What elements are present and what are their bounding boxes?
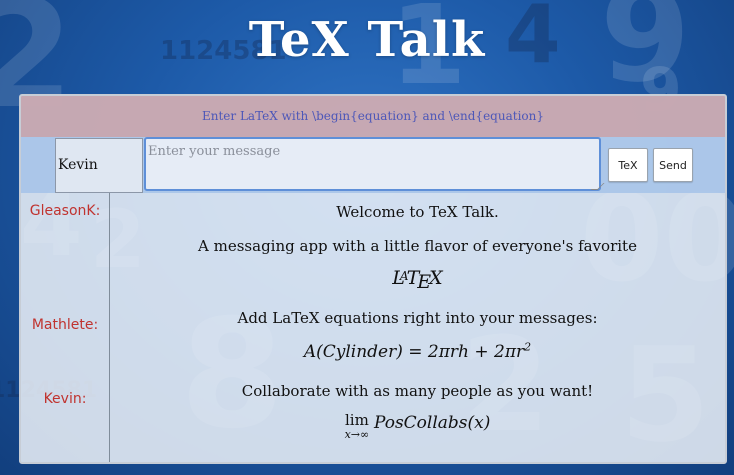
sender-name: Kevin: <box>43 391 87 407</box>
sender-column: GleasonK: Mathlete: Kevin: <box>21 193 110 462</box>
chat-panel: Enter LaTeX with \begin{equation} and \e… <box>19 94 727 464</box>
sender-name: Mathlete: <box>31 317 99 333</box>
app-title: TeX Talk <box>248 12 486 68</box>
math-equation: A(Cylinder) = 2πrh + 2πr2 <box>303 340 532 362</box>
message-text: A messaging app with a little flavor of … <box>198 237 637 255</box>
sender-name: GleasonK: <box>29 203 101 219</box>
message-text: Welcome to TeX Talk. <box>336 203 499 221</box>
latex-hint: Enter LaTeX with \begin{equation} and \e… <box>21 96 725 137</box>
message-input[interactable] <box>144 137 601 191</box>
math-equation: lim x→∞ PosCollabs(x) <box>344 411 491 441</box>
message-text: Add LaTeX equations right into your mess… <box>237 309 598 327</box>
tex-button[interactable]: TeX <box>608 148 648 182</box>
username-field[interactable]: Kevin <box>55 138 143 193</box>
send-button[interactable]: Send <box>653 148 693 182</box>
latex-logo: LATEX <box>392 267 443 293</box>
message-list: Welcome to TeX Talk. A messaging app wit… <box>110 193 725 462</box>
composer-bar: Kevin TeX Send <box>21 137 725 193</box>
message-text: Collaborate with as many people as you w… <box>241 382 594 400</box>
